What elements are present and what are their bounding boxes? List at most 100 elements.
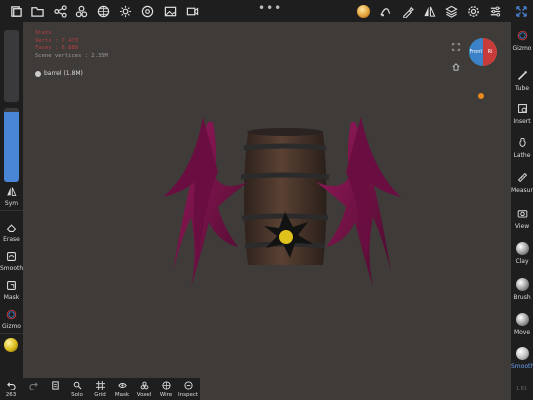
grid-label: Grid bbox=[94, 392, 106, 398]
layers-icon[interactable] bbox=[440, 0, 462, 22]
undo-icon bbox=[0, 380, 22, 391]
video-icon[interactable] bbox=[181, 0, 203, 22]
color-swatch[interactable] bbox=[4, 338, 18, 352]
files-icon[interactable] bbox=[5, 0, 27, 22]
undo-button[interactable]: 263 bbox=[0, 380, 22, 398]
clay-sphere-icon bbox=[511, 241, 533, 256]
tube-tool[interactable]: Tube bbox=[511, 68, 533, 92]
redo-icon bbox=[22, 380, 44, 391]
clay-tool[interactable]: Clay bbox=[511, 241, 533, 265]
wire-icon bbox=[155, 380, 177, 391]
pivot-dot[interactable] bbox=[478, 93, 484, 99]
bottom-toolbar: 263 Solo Grid Mask Voxel Wire Inspect bbox=[0, 378, 200, 400]
stats-overlay: Stats Verts : 7 473 Faces : 6 888 Scene … bbox=[35, 30, 108, 60]
fullscreen-icon[interactable] bbox=[510, 0, 532, 22]
voxel-icon bbox=[133, 380, 155, 391]
insert-tool-label: Insert bbox=[513, 118, 531, 125]
move-sphere-icon bbox=[511, 312, 533, 327]
brush-tool[interactable]: Brush bbox=[511, 277, 533, 301]
voxel-button[interactable]: Voxel bbox=[133, 380, 155, 398]
mesh-list-icon bbox=[44, 380, 66, 391]
sun-icon[interactable] bbox=[114, 0, 136, 22]
settings-icon[interactable] bbox=[462, 0, 484, 22]
matcap-icon[interactable] bbox=[352, 0, 374, 22]
view-tool-label: View bbox=[514, 223, 530, 230]
solo-label: Solo bbox=[71, 392, 83, 398]
mask-label: Mask bbox=[3, 294, 20, 301]
mask-toggle-button[interactable]: Mask bbox=[111, 380, 133, 398]
brush-settings-icon[interactable] bbox=[396, 0, 418, 22]
sym-button[interactable]: Sym bbox=[0, 184, 23, 207]
smooth-button[interactable]: Smooth bbox=[0, 249, 23, 272]
inspect-label: Inspect bbox=[177, 392, 199, 398]
wire-label: Wire bbox=[159, 392, 173, 398]
left-tool-panel: Sym Erase Smooth Mask Gizmo bbox=[0, 22, 23, 378]
image-icon[interactable] bbox=[159, 0, 181, 22]
barrel-band bbox=[240, 172, 330, 180]
wire-button[interactable]: Wire bbox=[155, 380, 177, 398]
view-tool[interactable]: View bbox=[511, 206, 533, 230]
move-tool-label: Move bbox=[513, 329, 531, 336]
mask-button[interactable]: Mask bbox=[0, 278, 23, 301]
eraser-icon bbox=[0, 220, 23, 234]
brush-sphere-icon bbox=[511, 277, 533, 292]
yellow-sphere bbox=[279, 230, 293, 244]
grid-globe-icon[interactable] bbox=[92, 0, 114, 22]
stats-title: Stats bbox=[35, 30, 52, 36]
measure-tool-label: Measure bbox=[511, 187, 533, 194]
scene-icon[interactable] bbox=[70, 0, 92, 22]
insert-icon bbox=[511, 101, 533, 116]
lathe-tool-label: Lathe bbox=[513, 152, 531, 159]
stats-faces: Faces : 6 888 bbox=[35, 45, 79, 51]
gizmo-button-left[interactable]: Gizmo bbox=[0, 307, 23, 330]
camera-icon bbox=[511, 206, 533, 221]
intensity-slider[interactable] bbox=[4, 30, 19, 102]
move-tool[interactable]: Move bbox=[511, 312, 533, 336]
barrel-top bbox=[247, 128, 323, 136]
smooth-tool[interactable]: Smooth bbox=[511, 346, 533, 370]
gizmo-tool[interactable]: Gizmo bbox=[511, 28, 533, 52]
home-icon[interactable] bbox=[452, 56, 460, 75]
divider bbox=[0, 333, 23, 334]
version-text: 1.81 bbox=[515, 386, 527, 392]
symmetry-icon[interactable] bbox=[418, 0, 440, 22]
3d-viewport[interactable]: Stats Verts : 7 473 Faces : 6 888 Scene … bbox=[23, 22, 512, 400]
insert-tool[interactable]: Insert bbox=[511, 101, 533, 125]
share-icon[interactable] bbox=[49, 0, 71, 22]
mask-icon bbox=[0, 278, 23, 292]
solo-button[interactable]: Solo bbox=[66, 380, 88, 398]
gizmo-tool-label: Gizmo bbox=[512, 45, 532, 52]
tube-tool-label: Tube bbox=[514, 85, 530, 92]
folder-icon[interactable] bbox=[26, 0, 48, 22]
mesh-list-button[interactable] bbox=[44, 380, 66, 391]
visibility-icon[interactable] bbox=[35, 70, 41, 77]
grid-icon bbox=[89, 380, 111, 391]
erase-button[interactable]: Erase bbox=[0, 220, 23, 243]
measure-tool[interactable]: Measure bbox=[511, 170, 533, 194]
radius-slider-fill bbox=[4, 111, 19, 182]
stats-scene-vertices: Scene vertices : 2.35M bbox=[35, 52, 108, 59]
voxel-label: Voxel bbox=[136, 392, 152, 398]
right-tool-panel: Gizmo Tube Insert Lathe Measure View Cla… bbox=[511, 22, 533, 400]
more-dots-icon[interactable]: ••• bbox=[258, 1, 282, 15]
stroke-icon[interactable] bbox=[374, 0, 396, 22]
erase-label: Erase bbox=[3, 236, 20, 243]
menu-icon[interactable] bbox=[484, 0, 506, 22]
redo-button[interactable] bbox=[22, 380, 44, 391]
lathe-icon bbox=[511, 135, 533, 150]
gizmo-icon bbox=[0, 307, 23, 321]
material-icon[interactable] bbox=[136, 0, 158, 22]
mesh-name: barrel (1.8M) bbox=[44, 70, 83, 77]
mesh-label[interactable]: barrel (1.8M) bbox=[35, 70, 83, 77]
smooth-sphere-icon bbox=[511, 346, 533, 361]
scene-render bbox=[163, 117, 401, 287]
grid-button[interactable]: Grid bbox=[89, 380, 111, 398]
inspect-icon bbox=[177, 380, 199, 391]
radius-slider[interactable] bbox=[4, 108, 19, 182]
inspect-button[interactable]: Inspect bbox=[177, 380, 199, 398]
undo-count: 263 bbox=[5, 392, 17, 398]
lathe-tool[interactable]: Lathe bbox=[511, 135, 533, 159]
frame-icon[interactable] bbox=[452, 36, 460, 55]
mask-toggle-label: Mask bbox=[114, 392, 130, 398]
view-cube[interactable]: Front Ri bbox=[469, 38, 497, 66]
